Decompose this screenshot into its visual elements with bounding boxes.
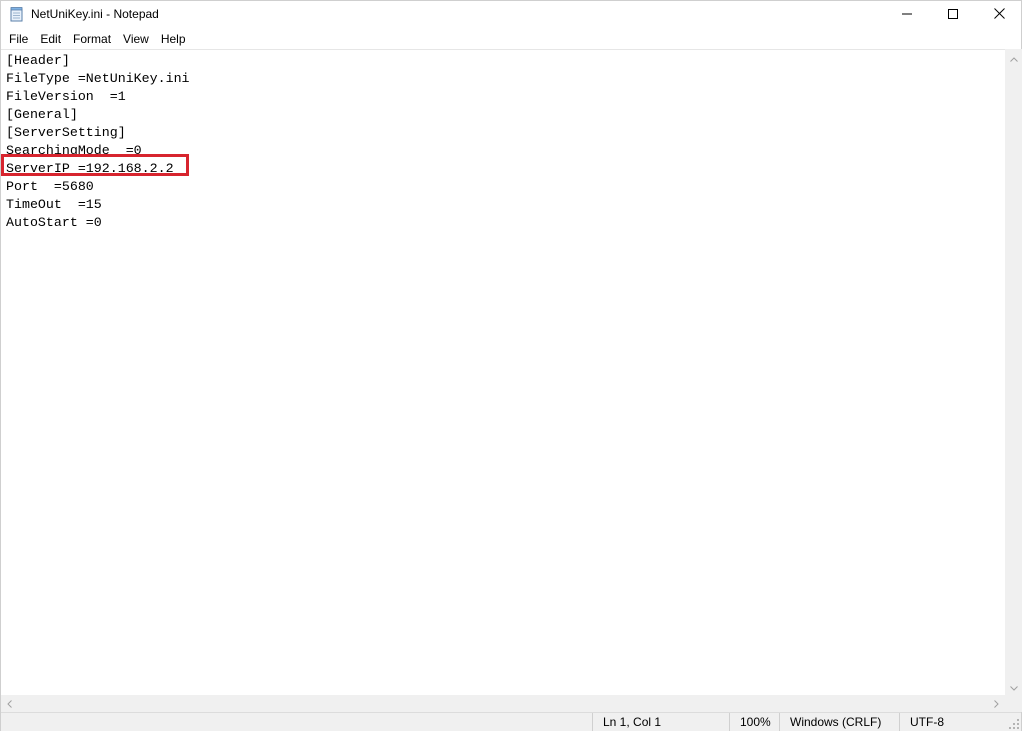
title-bar[interactable]: NetUniKey.ini - Notepad [1, 1, 1021, 29]
scroll-left-button[interactable] [1, 695, 18, 712]
resize-grip-icon[interactable] [1008, 718, 1020, 730]
menu-file[interactable]: File [3, 29, 34, 49]
menu-format[interactable]: Format [67, 29, 117, 49]
editor-content[interactable]: [Header] FileType =NetUniKey.ini FileVer… [6, 52, 190, 232]
scroll-right-button[interactable] [988, 695, 1005, 712]
status-bar: Ln 1, Col 1 100% Windows (CRLF) UTF-8 [1, 712, 1021, 731]
close-button[interactable] [976, 1, 1022, 29]
horizontal-scrollbar[interactable] [1, 695, 1005, 712]
zoom-level: 100% [729, 713, 779, 731]
chevron-up-icon [1009, 51, 1018, 65]
scroll-down-button[interactable] [1005, 678, 1022, 695]
maximize-icon [948, 8, 958, 22]
maximize-button[interactable] [930, 1, 976, 29]
vertical-scrollbar[interactable] [1005, 49, 1022, 695]
menu-help[interactable]: Help [155, 29, 192, 49]
chevron-right-icon [994, 697, 999, 711]
menu-edit[interactable]: Edit [34, 29, 67, 49]
line-ending: Windows (CRLF) [779, 713, 899, 731]
chevron-down-icon [1009, 680, 1018, 694]
scroll-up-button[interactable] [1005, 49, 1022, 66]
minimize-button[interactable] [884, 1, 930, 29]
menu-view[interactable]: View [117, 29, 155, 49]
cursor-position: Ln 1, Col 1 [592, 713, 729, 731]
chevron-left-icon [7, 697, 12, 711]
menu-bar: File Edit Format View Help [1, 29, 1021, 49]
encoding: UTF-8 [899, 713, 1021, 731]
minimize-icon [902, 8, 912, 22]
scroll-corner [1005, 695, 1022, 712]
notepad-icon [10, 7, 24, 22]
text-editor[interactable]: [Header] FileType =NetUniKey.ini FileVer… [1, 49, 1005, 695]
close-icon [993, 8, 1005, 22]
notepad-window: NetUniKey.ini - Notepad File Edit Format… [0, 0, 1022, 731]
serverip-highlight-box [1, 154, 189, 176]
window-title: NetUniKey.ini - Notepad [31, 7, 159, 21]
